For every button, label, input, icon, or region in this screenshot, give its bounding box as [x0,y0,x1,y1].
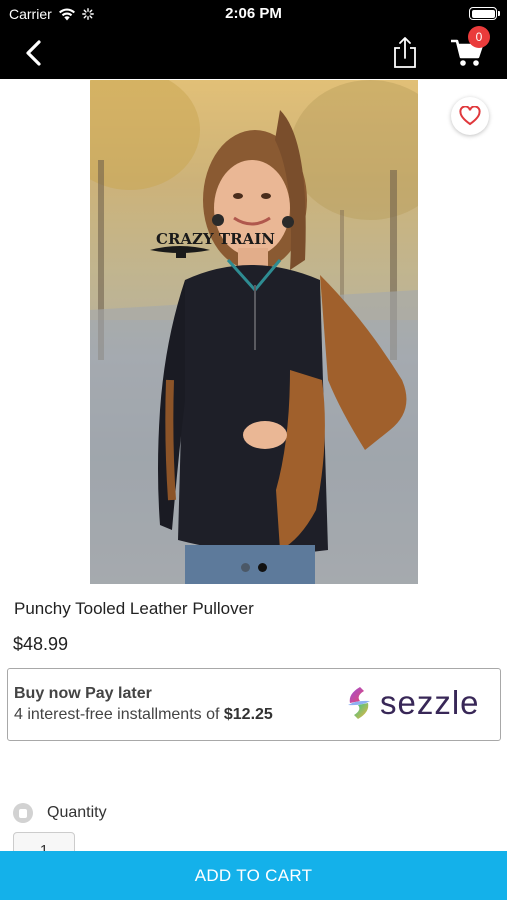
heart-icon [459,106,481,126]
cart-count-badge[interactable]: 0 [468,26,490,48]
add-to-cart-button[interactable]: ADD TO CART [0,851,507,900]
back-arrow-icon[interactable] [20,38,50,68]
sezzle-mark-icon [348,687,370,719]
product-photo: CRAZY TRAIN [90,80,418,584]
quantity-label: Quantity [47,804,107,821]
pager-dot[interactable] [257,563,267,572]
product-image[interactable]: CRAZY TRAIN [90,80,418,584]
battery-icon [469,7,500,20]
installments-prefix: 4 interest-free installments of [14,706,224,723]
quantity-option-icon [13,803,33,823]
sezzle-installments: 4 interest-free installments of $12.25 [14,706,273,724]
status-bar: Carrier 2:06 PM [0,0,507,28]
wishlist-button[interactable] [451,97,489,135]
sezzle-headline: Buy now Pay later [14,685,152,702]
status-time: 2:06 PM [225,5,282,22]
nav-bar: 0 [0,26,507,79]
product-price: $48.99 [13,634,69,654]
sezzle-wordmark: sezzle [380,684,480,721]
quantity-row: Quantity [13,803,107,823]
pager-dot[interactable] [240,563,250,572]
product-title: Punchy Tooled Leather Pullover [14,599,254,618]
sezzle-logo: sezzle [344,685,480,721]
watermark-text: CRAZY TRAIN [156,230,275,248]
sezzle-promo[interactable]: Buy now Pay later 4 interest-free instal… [7,668,501,741]
image-pager[interactable] [0,563,507,572]
share-icon[interactable] [390,36,420,70]
installment-amount: $12.25 [223,706,273,723]
